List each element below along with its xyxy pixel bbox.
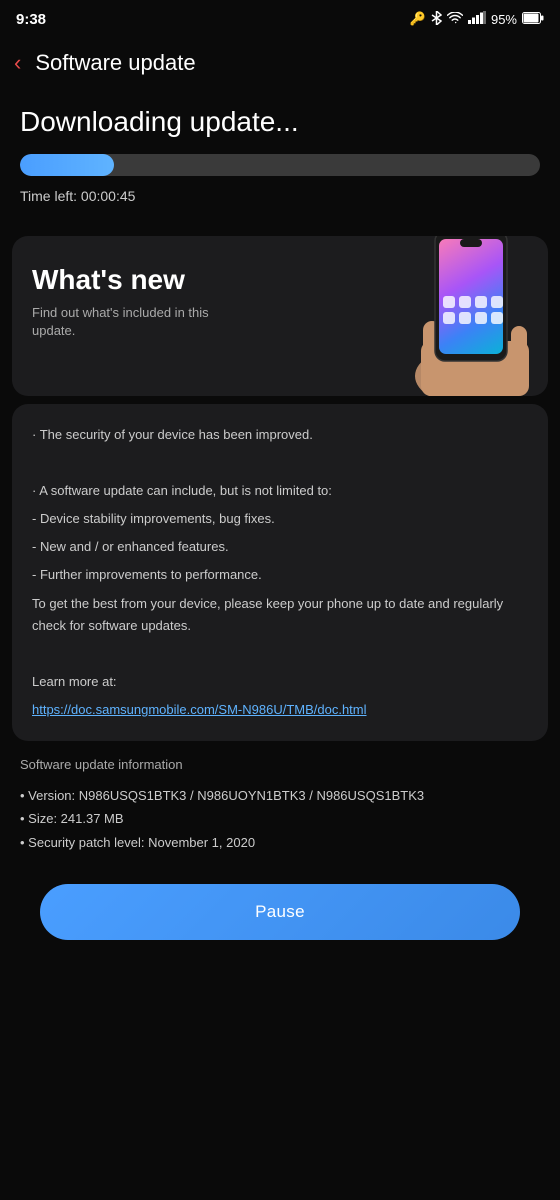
status-time: 9:38 <box>16 11 46 28</box>
page-title: Software update <box>35 50 195 76</box>
content-line1: · The security of your device has been i… <box>32 424 528 446</box>
update-info-section: Software update information • Version: N… <box>12 757 548 854</box>
bluetooth-icon <box>431 11 442 28</box>
security-patch-info: • Security patch level: November 1, 2020 <box>20 831 540 854</box>
time-left-text: Time left: 00:00:45 <box>20 188 540 204</box>
learn-more-label: Learn more at: <box>32 671 528 693</box>
content-line4: - New and / or enhanced features. <box>32 536 528 558</box>
pause-button[interactable]: Pause <box>40 884 520 940</box>
status-icons: 🔑 95% <box>410 11 544 28</box>
signal-bars-icon <box>468 11 486 27</box>
content-line3: - Device stability improvements, bug fix… <box>32 508 528 530</box>
battery-percentage: 95% <box>491 12 517 27</box>
bottom-action: Pause <box>0 854 560 980</box>
content-line-spacer2 <box>32 643 528 665</box>
downloading-heading: Downloading update... <box>20 106 540 138</box>
version-info: • Version: N986USQS1BTK3 / N986UOYN1BTK3… <box>20 784 540 807</box>
progress-bar-container <box>20 154 540 176</box>
progress-bar-fill <box>20 154 114 176</box>
size-info: • Size: 241.37 MB <box>20 807 540 830</box>
content-line6: To get the best from your device, please… <box>32 593 528 637</box>
content-card: · The security of your device has been i… <box>12 404 548 741</box>
back-button[interactable]: ‹ <box>10 46 25 80</box>
top-nav: ‹ Software update <box>0 36 560 96</box>
key-icon: 🔑 <box>410 11 426 27</box>
wifi-icon <box>447 12 463 27</box>
content-line2: · A software update can include, but is … <box>32 480 528 502</box>
download-section: Downloading update... Time left: 00:00:4… <box>0 96 560 224</box>
whats-new-desc: Find out what's included in this update. <box>32 304 232 340</box>
battery-icon <box>522 12 544 27</box>
status-bar: 9:38 🔑 <box>0 0 560 36</box>
update-info-list: • Version: N986USQS1BTK3 / N986UOYN1BTK3… <box>20 784 540 854</box>
learn-more-link[interactable]: https://doc.samsungmobile.com/SM-N986U/T… <box>32 702 367 717</box>
phone-hand-image <box>393 236 548 396</box>
whats-new-card: What's new Find out what's included in t… <box>12 236 548 396</box>
content-line5: - Further improvements to performance. <box>32 564 528 586</box>
update-content-text: · The security of your device has been i… <box>32 424 528 721</box>
content-line-spacer <box>32 452 528 474</box>
update-info-title: Software update information <box>20 757 540 772</box>
